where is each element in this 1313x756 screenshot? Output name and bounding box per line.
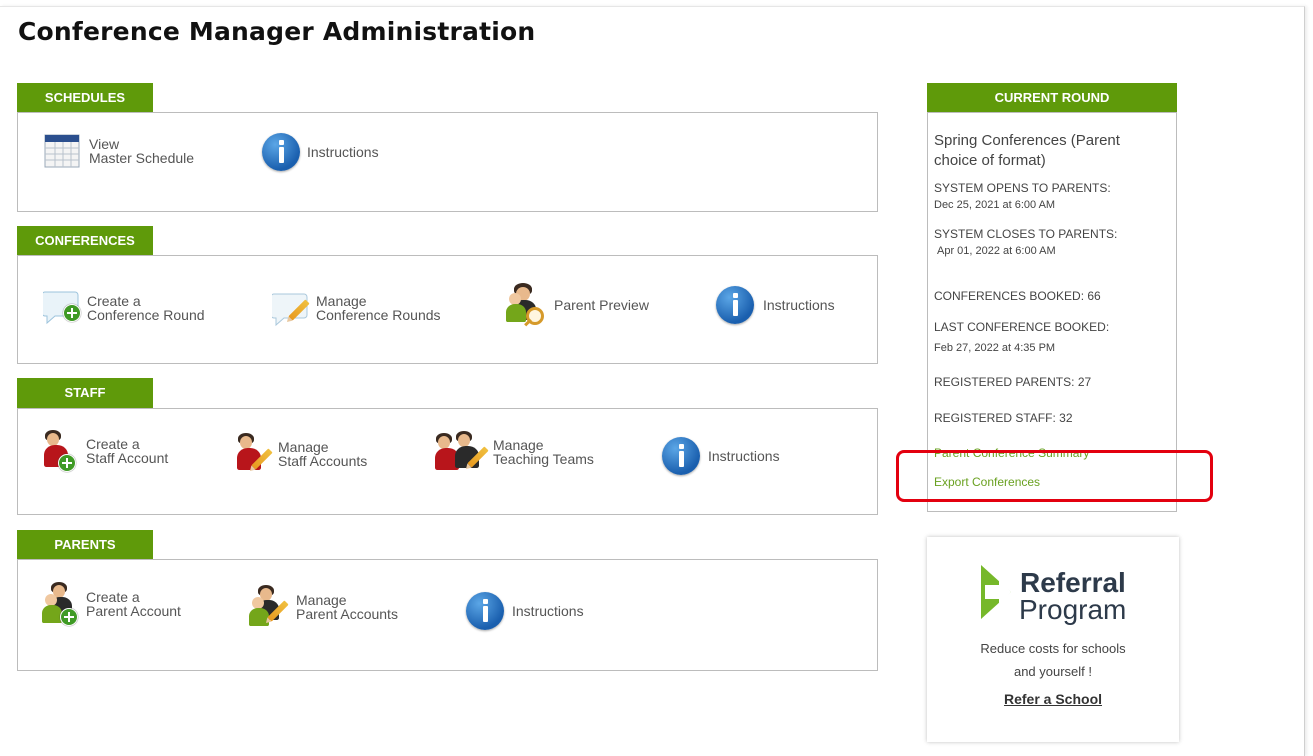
create-conference-round-button[interactable]: Create a Conference Round	[41, 288, 205, 328]
reg-parents-label: REGISTERED PARENTS:	[934, 375, 1075, 389]
parent-preview-label: Parent Preview	[554, 297, 649, 313]
create-a-label: Create a	[86, 436, 140, 452]
view-label: View	[89, 136, 120, 152]
arrow-logo-icon	[975, 563, 1019, 621]
referral-desc-line1: Reduce costs for schools	[980, 641, 1126, 656]
view-master-schedule-button[interactable]: View Master Schedule	[43, 133, 194, 169]
create-a-label: Create a	[87, 293, 141, 309]
staff-accounts-label: Staff Accounts	[278, 453, 368, 469]
reg-parents-value: 27	[1077, 375, 1092, 389]
speech-bubble-add-icon	[41, 288, 81, 328]
conferences-instructions-button[interactable]: Instructions	[716, 286, 835, 324]
registered-parents: REGISTERED PARENTS: 27	[934, 375, 1091, 389]
manage-label: Manage	[493, 437, 544, 453]
staff-instructions-label: Instructions	[708, 448, 780, 464]
parent-preview-icon	[506, 283, 548, 327]
closes-value: Apr 01, 2022 at 6:00 AM	[937, 245, 1056, 257]
round-name-line1: Spring Conferences (Parent	[934, 132, 1120, 149]
opens-label: SYSTEM OPENS TO PARENTS:	[934, 181, 1111, 195]
manage-label: Manage	[278, 439, 329, 455]
schedules-instructions-button[interactable]: Instructions	[262, 133, 379, 171]
parents-instructions-label: Instructions	[512, 603, 584, 619]
manage-parent-accounts-button[interactable]: Manage Parent Accounts	[249, 585, 398, 629]
tab-conferences: CONFERENCES	[17, 226, 153, 256]
manage-teaching-teams-button[interactable]: Manage Teaching Teams	[435, 431, 594, 473]
page-title: Conference Manager Administration	[18, 17, 536, 46]
manage-label: Manage	[316, 293, 367, 309]
teaching-team-icon	[435, 431, 489, 473]
last-booked-value: Feb 27, 2022 at 4:35 PM	[934, 342, 1056, 354]
spreadsheet-icon	[43, 133, 81, 169]
manage-label: Manage	[296, 592, 347, 608]
info-icon	[466, 592, 504, 630]
edit-parent-icon	[249, 585, 291, 629]
create-staff-account-button[interactable]: Create a Staff Account	[42, 430, 168, 472]
info-icon	[262, 133, 300, 171]
parent-accounts-label: Parent Accounts	[296, 606, 398, 622]
round-name: Spring Conferences (Parent choice of for…	[934, 131, 1120, 171]
conferences-booked: CONFERENCES BOOKED: 66	[934, 289, 1101, 303]
parents-instructions-button[interactable]: Instructions	[466, 592, 584, 630]
parent-account-label: Parent Account	[86, 603, 181, 619]
staff-account-label: Staff Account	[86, 450, 169, 466]
program-title: Program	[1019, 594, 1127, 625]
staff-instructions-button[interactable]: Instructions	[662, 437, 780, 475]
booked-label: CONFERENCES BOOKED:	[934, 289, 1085, 303]
closes-label: SYSTEM CLOSES TO PARENTS:	[934, 227, 1118, 241]
highlight-annotation	[896, 450, 1213, 502]
add-parent-icon	[42, 582, 82, 626]
create-parent-account-button[interactable]: Create a Parent Account	[42, 582, 181, 626]
edit-staff-icon	[237, 433, 273, 475]
tab-schedules: SCHEDULES	[17, 83, 153, 113]
refer-a-school-link[interactable]: Refer a School	[927, 691, 1179, 707]
opens-value: Dec 25, 2021 at 6:00 AM	[934, 199, 1056, 211]
referral-title: Referral	[1020, 567, 1126, 598]
booked-value: 66	[1087, 289, 1101, 303]
add-staff-icon	[42, 430, 78, 472]
tab-current-round: CURRENT ROUND	[927, 83, 1177, 113]
manage-staff-accounts-button[interactable]: Manage Staff Accounts	[237, 433, 367, 475]
tab-parents: PARENTS	[17, 530, 153, 560]
master-schedule-label: Master Schedule	[89, 150, 195, 166]
reg-staff-label: REGISTERED STAFF:	[934, 411, 1056, 425]
conference-rounds-label: Conference Rounds	[316, 307, 441, 323]
info-icon	[716, 286, 754, 324]
registered-staff: REGISTERED STAFF: 32	[934, 411, 1073, 425]
round-name-line2: choice of format)	[934, 152, 1046, 169]
manage-conference-rounds-button[interactable]: Manage Conference Rounds	[270, 288, 441, 328]
teaching-teams-label: Teaching Teams	[493, 451, 594, 467]
conferences-instructions-label: Instructions	[763, 297, 835, 313]
conference-round-label: Conference Round	[87, 307, 205, 323]
referral-desc-line2: and yourself !	[1013, 664, 1093, 679]
create-a-label: Create a	[86, 589, 140, 605]
schedules-instructions-label: Instructions	[307, 144, 379, 160]
parent-preview-button[interactable]: Parent Preview	[506, 283, 649, 327]
speech-bubble-edit-icon	[270, 288, 312, 328]
reg-staff-value: 32	[1059, 411, 1073, 425]
tab-staff: STAFF	[17, 378, 153, 408]
info-icon	[662, 437, 700, 475]
last-booked-label: LAST CONFERENCE BOOKED:	[934, 320, 1110, 334]
